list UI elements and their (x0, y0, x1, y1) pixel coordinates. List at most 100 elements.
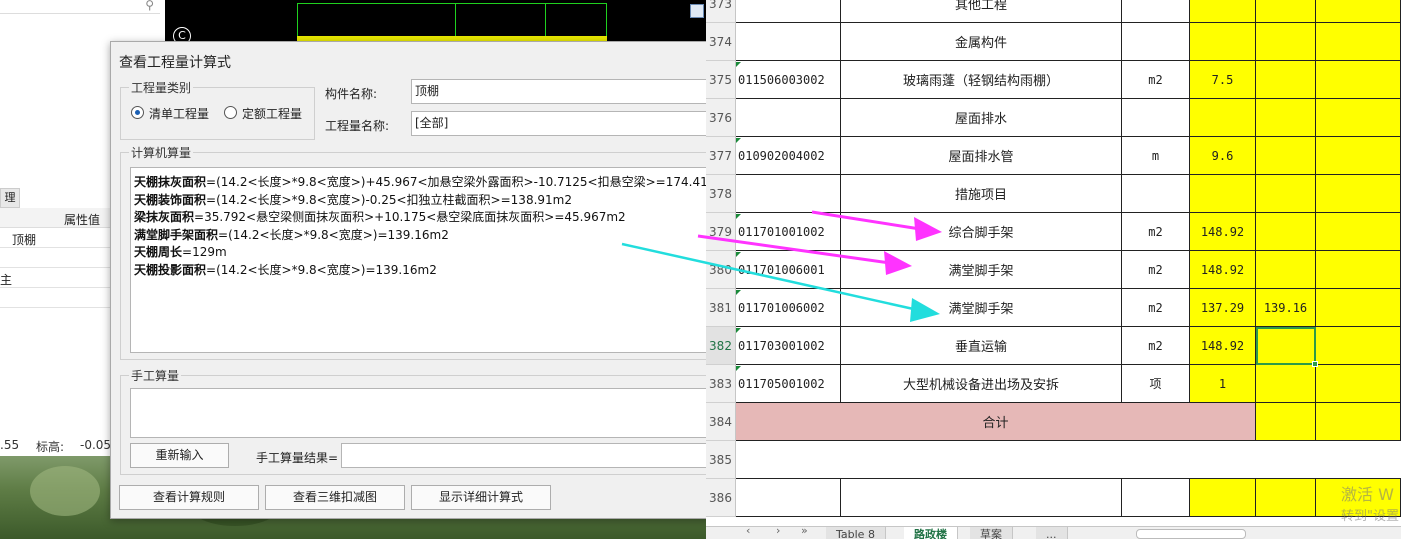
unit-cell[interactable]: m2 (1122, 327, 1190, 365)
cell[interactable] (1316, 251, 1401, 289)
unit-cell[interactable]: 项 (1122, 365, 1190, 403)
name-cell[interactable]: 玻璃雨蓬（轻钢结构雨棚） (841, 61, 1122, 99)
name-cell[interactable]: 金属构件 (841, 23, 1122, 61)
name-cell[interactable]: 大型机械设备进出场及安拆 (841, 365, 1122, 403)
total-cell[interactable]: 合计 (736, 403, 1256, 441)
check-cell[interactable] (1256, 137, 1316, 175)
code-cell[interactable] (736, 479, 841, 517)
cell[interactable] (1316, 327, 1401, 365)
row-header[interactable]: 379 (706, 213, 736, 251)
name-cell[interactable]: 综合脚手架 (841, 213, 1122, 251)
row-header[interactable]: 377 (706, 137, 736, 175)
component-name-field[interactable]: 顶棚 (411, 79, 711, 104)
code-cell[interactable] (736, 175, 841, 213)
cell[interactable] (1316, 99, 1401, 137)
check-cell[interactable] (1256, 479, 1316, 517)
unit-cell[interactable]: m2 (1122, 289, 1190, 327)
show-detail-formula-button[interactable]: 显示详细计算式 (411, 485, 551, 510)
check-cell[interactable] (1256, 61, 1316, 99)
cell[interactable] (1316, 61, 1401, 99)
sheet-tab[interactable]: 草案 (970, 527, 1013, 539)
check-cell[interactable] (1256, 365, 1316, 403)
manual-formula-input[interactable] (130, 388, 712, 438)
row-header[interactable]: 378 (706, 175, 736, 213)
check-cell[interactable] (1256, 99, 1316, 137)
row-header[interactable]: 381 (706, 289, 736, 327)
horizontal-scrollbar[interactable] (1136, 529, 1246, 539)
unit-cell[interactable] (1122, 0, 1190, 23)
row-header[interactable]: 373 (706, 0, 736, 23)
quantity-cell[interactable] (1190, 479, 1256, 517)
tab-next-icon[interactable]: › (776, 527, 780, 537)
cell[interactable] (1256, 403, 1316, 441)
row-header[interactable]: 386 (706, 479, 736, 517)
spreadsheet[interactable]: 373 其他工程 374 金属构件 375 011506003002 玻璃雨蓬（轻钢结构雨棚… (706, 0, 1401, 539)
sheet-tab[interactable]: 路政楼 (904, 527, 958, 539)
sheet-tab[interactable]: Table 8 (826, 527, 886, 539)
cell[interactable] (1316, 365, 1401, 403)
check-cell[interactable]: 139.16 (1256, 289, 1316, 327)
code-cell[interactable] (736, 0, 841, 23)
quantity-cell[interactable]: 7.5 (1190, 61, 1256, 99)
name-cell[interactable]: 满堂脚手架 (841, 251, 1122, 289)
row-header[interactable]: 384 (706, 403, 736, 441)
unit-cell[interactable]: m2 (1122, 213, 1190, 251)
row-header[interactable]: 375 (706, 61, 736, 99)
name-cell[interactable] (841, 479, 1122, 517)
quantity-cell[interactable]: 1 (1190, 365, 1256, 403)
tab-last-icon[interactable]: » (801, 527, 808, 537)
row-header[interactable]: 380 (706, 251, 736, 289)
radio-selected-icon[interactable] (131, 106, 144, 119)
name-cell[interactable]: 垂直运输 (841, 327, 1122, 365)
cell[interactable] (1316, 23, 1401, 61)
code-cell[interactable] (736, 99, 841, 137)
name-cell[interactable]: 屋面排水管 (841, 137, 1122, 175)
view-cube-icon[interactable] (690, 4, 704, 18)
code-cell[interactable]: 011506003002 (736, 61, 841, 99)
code-cell[interactable]: 011701001002 (736, 213, 841, 251)
check-cell[interactable] (1256, 251, 1316, 289)
quantity-cell[interactable] (1190, 23, 1256, 61)
cad-viewport[interactable]: C (165, 0, 710, 42)
formula-textarea[interactable]: 天棚抹灰面积=(14.2<长度>*9.8<宽度>)+45.967<加悬空梁外露面… (130, 167, 712, 353)
unit-cell[interactable]: m (1122, 137, 1190, 175)
unit-cell[interactable] (1122, 175, 1190, 213)
code-cell[interactable]: 010902004002 (736, 137, 841, 175)
row-header[interactable]: 383 (706, 365, 736, 403)
check-cell[interactable] (1256, 213, 1316, 251)
cell[interactable] (1316, 403, 1401, 441)
row-header[interactable]: 376 (706, 99, 736, 137)
property-row[interactable] (0, 248, 110, 268)
name-cell[interactable]: 其他工程 (841, 0, 1122, 23)
search-icon[interactable]: ⚲ (145, 0, 154, 12)
code-cell[interactable]: 011703001002 (736, 327, 841, 365)
name-cell[interactable]: 措施项目 (841, 175, 1122, 213)
quantity-cell[interactable]: 148.92 (1190, 213, 1256, 251)
radio-unselected-icon[interactable] (224, 106, 237, 119)
reinput-button[interactable]: 重新输入 (130, 443, 229, 468)
code-cell[interactable]: 011701006001 (736, 251, 841, 289)
row-header[interactable]: 374 (706, 23, 736, 61)
unit-cell[interactable] (1122, 23, 1190, 61)
search-field[interactable]: ⚲ (0, 0, 160, 14)
tab-prev-icon[interactable]: ‹ (746, 527, 750, 537)
quantity-cell[interactable]: 137.29 (1190, 289, 1256, 327)
quantity-cell[interactable] (1190, 175, 1256, 213)
cell[interactable] (1316, 0, 1401, 23)
property-row[interactable]: 顶棚 (0, 228, 110, 248)
sheet-tab[interactable]: ... (1036, 527, 1068, 539)
fill-handle[interactable] (1312, 361, 1318, 367)
active-cell-selection[interactable] (1256, 327, 1318, 367)
row-header[interactable]: 385 (706, 441, 736, 479)
cell[interactable] (1316, 213, 1401, 251)
quantity-name-select[interactable]: [全部] (411, 111, 711, 136)
code-cell[interactable]: 011705001002 (736, 365, 841, 403)
cell[interactable] (1316, 137, 1401, 175)
unit-cell[interactable] (1122, 479, 1190, 517)
property-row[interactable]: 主 (0, 268, 110, 288)
name-cell[interactable]: 满堂脚手架 (841, 289, 1122, 327)
view-calc-rules-button[interactable]: 查看计算规则 (119, 485, 259, 510)
manual-result-field[interactable] (341, 443, 711, 468)
quantity-cell[interactable]: 9.6 (1190, 137, 1256, 175)
property-tab[interactable]: 理 (0, 188, 20, 208)
